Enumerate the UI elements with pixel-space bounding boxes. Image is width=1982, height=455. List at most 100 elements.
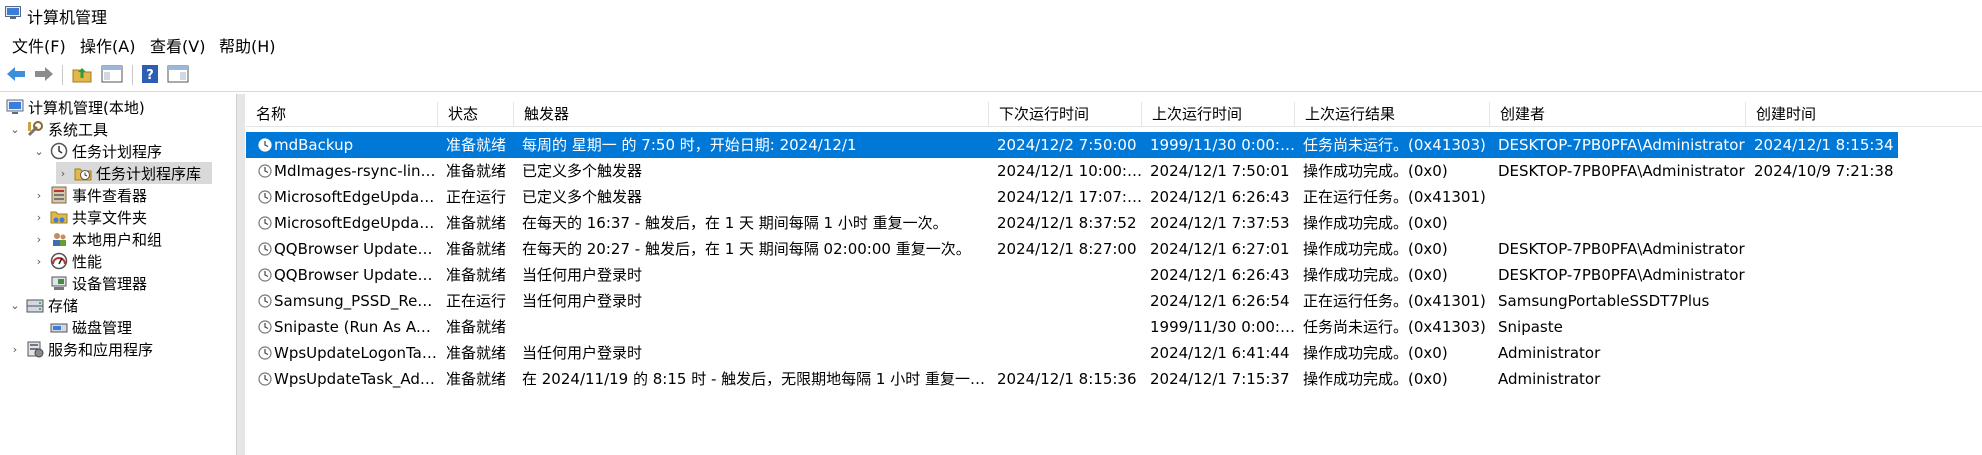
storage-icon bbox=[26, 299, 44, 313]
table-row[interactable]: Samsung_PSSD_Regis... 正在运行 当任何用户登录时 2024/12… bbox=[246, 288, 1982, 314]
column-header-last-result[interactable]: 上次运行结果 bbox=[1295, 102, 1490, 126]
task-created bbox=[1746, 366, 1982, 392]
table-row[interactable]: MdImages-rsync-linux... 准备就绪 已定义多个触发器 2024/… bbox=[246, 158, 1982, 184]
menu-file[interactable]: 文件(F) bbox=[12, 33, 66, 57]
task-last-result: 正在运行任务。(0x41301) bbox=[1303, 188, 1486, 206]
task-created bbox=[1746, 210, 1982, 236]
table-row[interactable]: mdBackup 准备就绪 每周的 星期一 的 7:50 时，开始日期: 2024/… bbox=[246, 132, 1982, 158]
task-last-result: 正在运行任务。(0x41301) bbox=[1303, 292, 1486, 310]
menu-action[interactable]: 操作(A) bbox=[80, 33, 135, 57]
console-tree-icon bbox=[101, 65, 123, 83]
up-one-level-button[interactable] bbox=[70, 62, 94, 86]
task-trigger: 当任何用户登录时 bbox=[522, 292, 643, 310]
task-author: DESKTOP-7PB0PFA\Administrator bbox=[1498, 136, 1745, 154]
task-next-run: 2024/12/1 8:15:36 bbox=[997, 370, 1137, 388]
task-trigger: 已定义多个触发器 bbox=[522, 162, 643, 180]
task-list-header: 名称 状态 触发器 下次运行时间 上次运行时间 上次运行结果 创建者 创建时间 bbox=[246, 102, 1982, 127]
menu-view[interactable]: 查看(V) bbox=[150, 33, 205, 57]
chevron-down-icon[interactable]: ⌄ bbox=[32, 145, 46, 158]
device-manager-icon bbox=[51, 276, 67, 290]
task-author bbox=[1490, 184, 1746, 210]
shared-folders-icon bbox=[50, 211, 68, 224]
tree-item-local-users-groups[interactable]: › 本地用户和组 bbox=[32, 228, 162, 250]
tree-item-storage[interactable]: ⌄ 存储 bbox=[8, 294, 78, 316]
table-row[interactable]: QQBrowser Updater T... 准备就绪 当任何用户登录时 2024/1… bbox=[246, 262, 1982, 288]
disk-management-icon bbox=[50, 323, 68, 333]
task-list-view: 名称 状态 触发器 下次运行时间 上次运行时间 上次运行结果 创建者 创建时间 … bbox=[246, 94, 1982, 455]
column-header-author[interactable]: 创建者 bbox=[1490, 102, 1746, 126]
tree-item-event-viewer[interactable]: › 事件查看器 bbox=[32, 184, 147, 206]
chevron-right-icon[interactable]: › bbox=[8, 343, 22, 356]
task-last-result: 操作成功完成。(0x0) bbox=[1303, 162, 1448, 180]
task-trigger: 在 2024/11/19 的 8:15 时 - 触发后，无限期地每隔 1 小时 … bbox=[522, 370, 989, 388]
chevron-right-icon[interactable]: › bbox=[32, 233, 46, 246]
task-author: SamsungPortableSSDT7Plus bbox=[1498, 292, 1710, 310]
task-name: MicrosoftEdgeUpdate... bbox=[274, 214, 438, 232]
task-name: mdBackup bbox=[274, 136, 354, 154]
task-status: 正在运行 bbox=[446, 188, 507, 206]
column-header-next-run[interactable]: 下次运行时间 bbox=[989, 102, 1142, 126]
tree-item-disk-management[interactable]: 磁盘管理 bbox=[32, 316, 132, 338]
column-header-name[interactable]: 名称 bbox=[246, 102, 438, 126]
back-button[interactable] bbox=[4, 62, 28, 86]
task-next-run: 2024/12/1 17:07:52 bbox=[997, 188, 1142, 206]
svg-text:?: ? bbox=[146, 68, 154, 83]
show-hide-console-tree-button[interactable] bbox=[100, 62, 124, 86]
show-hide-action-pane-button[interactable] bbox=[166, 62, 190, 86]
task-last-run: 2024/12/1 6:41:44 bbox=[1150, 344, 1290, 362]
task-next-run: 2024/12/2 7:50:00 bbox=[997, 136, 1137, 154]
pane-splitter[interactable] bbox=[237, 94, 245, 455]
task-name: QQBrowser Updater T... bbox=[274, 240, 438, 258]
table-row[interactable]: MicrosoftEdgeUpdate... 正在运行 已定义多个触发器 2024/1… bbox=[246, 184, 1982, 210]
tree-item-computer-management[interactable]: 计算机管理(本地) bbox=[4, 96, 145, 118]
tree-item-system-tools[interactable]: ⌄ 系统工具 bbox=[8, 118, 108, 140]
task-status: 准备就绪 bbox=[446, 214, 507, 232]
task-last-result: 操作成功完成。(0x0) bbox=[1303, 370, 1448, 388]
task-trigger: 在每天的 16:37 - 触发后，在 1 天 期间每隔 1 小时 重复一次。 bbox=[522, 214, 948, 232]
task-last-result: 操作成功完成。(0x0) bbox=[1303, 240, 1448, 258]
tree-item-services-applications[interactable]: › 服务和应用程序 bbox=[8, 338, 153, 360]
column-header-created[interactable]: 创建时间 bbox=[1746, 102, 1982, 126]
tree-item-shared-folders[interactable]: › 共享文件夹 bbox=[32, 206, 147, 228]
table-row[interactable]: WpsUpdateTask_Adm... 准备就绪在 2024/11/19 的 8… bbox=[246, 366, 1982, 392]
tree-item-device-manager[interactable]: 设备管理器 bbox=[32, 272, 147, 294]
system-tools-icon bbox=[27, 121, 43, 137]
chevron-down-icon[interactable]: ⌄ bbox=[8, 123, 22, 136]
chevron-down-icon[interactable]: ⌄ bbox=[8, 299, 22, 312]
tree-item-label: 任务计划程序 bbox=[72, 142, 163, 161]
back-arrow-icon bbox=[7, 67, 25, 81]
task-last-result: 操作成功完成。(0x0) bbox=[1303, 266, 1448, 284]
tree-item-label: 任务计划程序库 bbox=[96, 164, 202, 183]
column-header-status[interactable]: 状态 bbox=[438, 102, 514, 126]
chevron-right-icon[interactable]: › bbox=[32, 211, 46, 224]
forward-arrow-icon bbox=[35, 67, 53, 81]
tree-item-performance[interactable]: › 性能 bbox=[32, 250, 102, 272]
event-viewer-icon bbox=[51, 186, 67, 204]
task-author: Administrator bbox=[1498, 370, 1601, 388]
tree-item-task-scheduler[interactable]: ⌄ 任务计划程序 bbox=[32, 140, 162, 162]
chevron-right-icon[interactable]: › bbox=[32, 189, 46, 202]
task-status: 准备就绪 bbox=[446, 266, 507, 284]
task-created bbox=[1746, 184, 1982, 210]
column-header-trigger[interactable]: 触发器 bbox=[514, 102, 989, 126]
task-last-run: 1999/11/30 0:00:00 bbox=[1150, 136, 1295, 154]
table-row[interactable]: Snipaste (Run As Adm... 准备就绪 1999/11/30 0:… bbox=[246, 314, 1982, 340]
table-row[interactable]: QQBrowser Updater T... 准备就绪 在每天的 20:27 - 触… bbox=[246, 236, 1982, 262]
menu-help[interactable]: 帮助(H) bbox=[219, 33, 276, 57]
task-last-run: 2024/12/1 6:26:43 bbox=[1150, 188, 1290, 206]
tree-item-label: 磁盘管理 bbox=[72, 318, 133, 337]
task-name: MdImages-rsync-linux... bbox=[274, 162, 438, 180]
help-button[interactable]: ? bbox=[138, 62, 162, 86]
column-header-last-run[interactable]: 上次运行时间 bbox=[1142, 102, 1295, 126]
task-status: 正在运行 bbox=[446, 292, 507, 310]
table-row[interactable]: MicrosoftEdgeUpdate... 准备就绪 在每天的 16:37 - 触… bbox=[246, 210, 1982, 236]
chevron-right-icon[interactable]: › bbox=[56, 167, 70, 180]
forward-button[interactable] bbox=[32, 62, 56, 86]
task-next-run bbox=[989, 314, 1142, 340]
task-author: Administrator bbox=[1498, 344, 1601, 362]
tree-item-task-scheduler-library[interactable]: › 任务计划程序库 bbox=[56, 162, 212, 184]
chevron-right-icon[interactable]: › bbox=[32, 255, 46, 268]
computer-management-icon bbox=[5, 6, 21, 19]
task-last-run: 2024/12/1 6:27:01 bbox=[1150, 240, 1290, 258]
table-row[interactable]: WpsUpdateLogonTas... 准备就绪 当任何用户登录时 2024/12/… bbox=[246, 340, 1982, 366]
